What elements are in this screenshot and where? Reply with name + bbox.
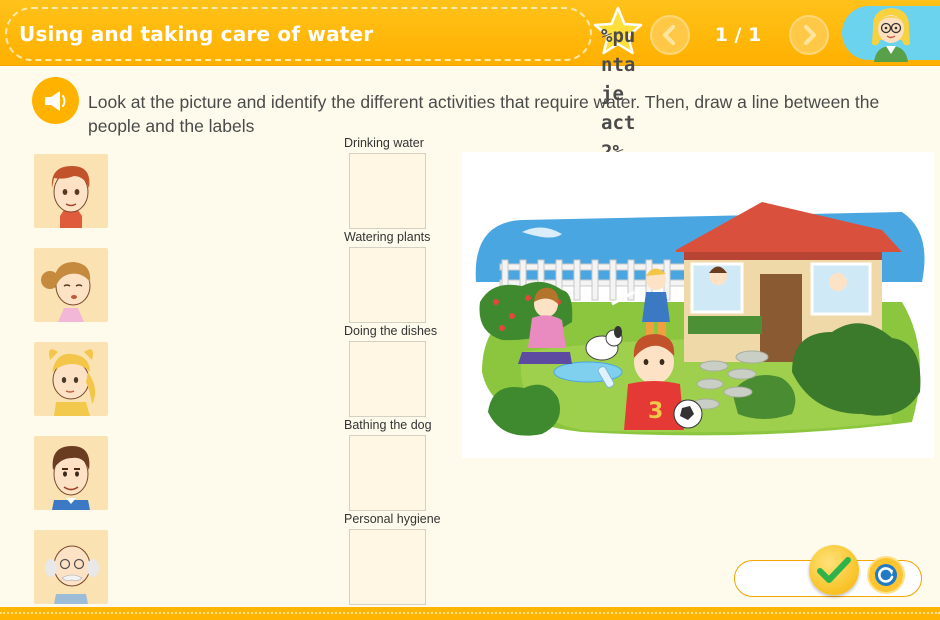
reset-button[interactable]: [867, 556, 905, 594]
footer-bar: [0, 607, 940, 620]
refresh-icon: [875, 564, 897, 586]
avatar: [872, 8, 910, 62]
garden-scene-illustration: 3: [462, 152, 934, 458]
speaker-icon: [44, 90, 65, 111]
arrow-right-icon: [804, 25, 816, 45]
svg-text:3: 3: [648, 399, 663, 424]
page-counter: 1 / 1: [714, 24, 762, 46]
label-drinking-water: Drinking water: [344, 136, 424, 150]
label-doing-the-dishes: Doing the dishes: [344, 324, 438, 338]
instruction-text: Look at the picture and identify the dif…: [88, 92, 880, 136]
previous-button[interactable]: [650, 15, 690, 55]
audio-button[interactable]: [32, 77, 79, 124]
drop-box-bathing-the-dog[interactable]: [349, 435, 426, 511]
person-grandfather[interactable]: [34, 530, 108, 604]
header-bar: Using and taking care of water 1 / 1: [0, 0, 940, 66]
label-watering-plants: Watering plants: [344, 230, 431, 244]
drop-box-drinking-water[interactable]: [349, 153, 426, 229]
drop-box-watering-plants[interactable]: [349, 247, 426, 323]
person-blonde-girl[interactable]: [34, 342, 108, 416]
next-button[interactable]: [789, 15, 829, 55]
arrow-left-icon: [663, 25, 675, 45]
label-personal-hygiene: Personal hygiene: [344, 512, 441, 526]
check-answers-button[interactable]: [809, 545, 859, 595]
person-girl-with-bun[interactable]: [34, 248, 108, 322]
person-boy[interactable]: [34, 154, 108, 228]
drop-box-personal-hygiene[interactable]: [349, 529, 426, 605]
person-man[interactable]: [34, 436, 108, 510]
checkmark-icon: [817, 557, 851, 583]
label-bathing-the-dog: Bathing the dog: [344, 418, 432, 432]
drop-box-doing-the-dishes[interactable]: [349, 341, 426, 417]
page-title: Using and taking care of water: [19, 22, 374, 46]
